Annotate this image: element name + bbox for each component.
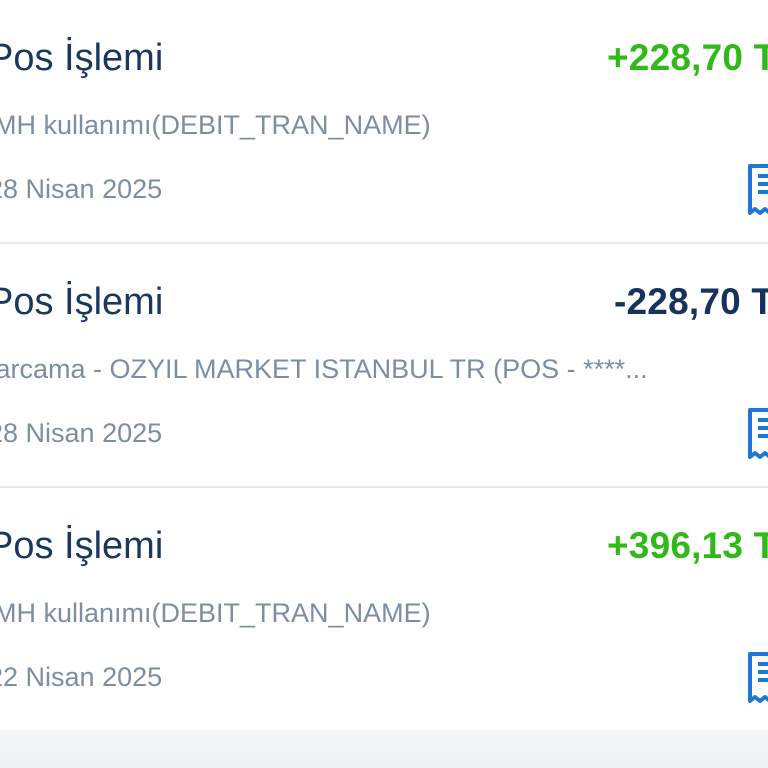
list-bottom-area xyxy=(0,730,768,768)
transaction-item[interactable]: Pos İşlemi -228,70 TL Harcama - OZYIL MA… xyxy=(0,244,768,488)
transaction-description: KMH kullanımı(DEBIT_TRAN_NAME) xyxy=(0,110,431,140)
transaction-item[interactable]: Pos İşlemi +228,70 TL KMH kullanımı(DEBI… xyxy=(0,0,768,244)
transaction-amount: +396,13 TL xyxy=(607,525,768,566)
receipt-icon[interactable] xyxy=(744,162,768,218)
transaction-item[interactable]: Pos İşlemi +396,13 TL KMH kullanımı(DEBI… xyxy=(0,488,768,732)
transaction-date: 28 Nisan 2025 xyxy=(0,174,163,204)
transaction-title: Pos İşlemi xyxy=(0,281,164,323)
receipt-icon[interactable] xyxy=(744,650,768,706)
receipt-icon[interactable] xyxy=(744,406,768,462)
transaction-amount: +228,70 TL xyxy=(607,37,768,78)
transaction-description: Harcama - OZYIL MARKET ISTANBUL TR (POS … xyxy=(0,354,648,384)
transaction-title: Pos İşlemi xyxy=(0,525,164,567)
transaction-amount: -228,70 TL xyxy=(614,281,768,322)
transaction-title: Pos İşlemi xyxy=(0,37,164,79)
transaction-date: 22 Nisan 2025 xyxy=(0,662,163,692)
transaction-description: KMH kullanımı(DEBIT_TRAN_NAME) xyxy=(0,598,431,628)
transaction-date: 28 Nisan 2025 xyxy=(0,418,163,448)
transaction-list: Pos İşlemi +228,70 TL KMH kullanımı(DEBI… xyxy=(0,0,768,732)
